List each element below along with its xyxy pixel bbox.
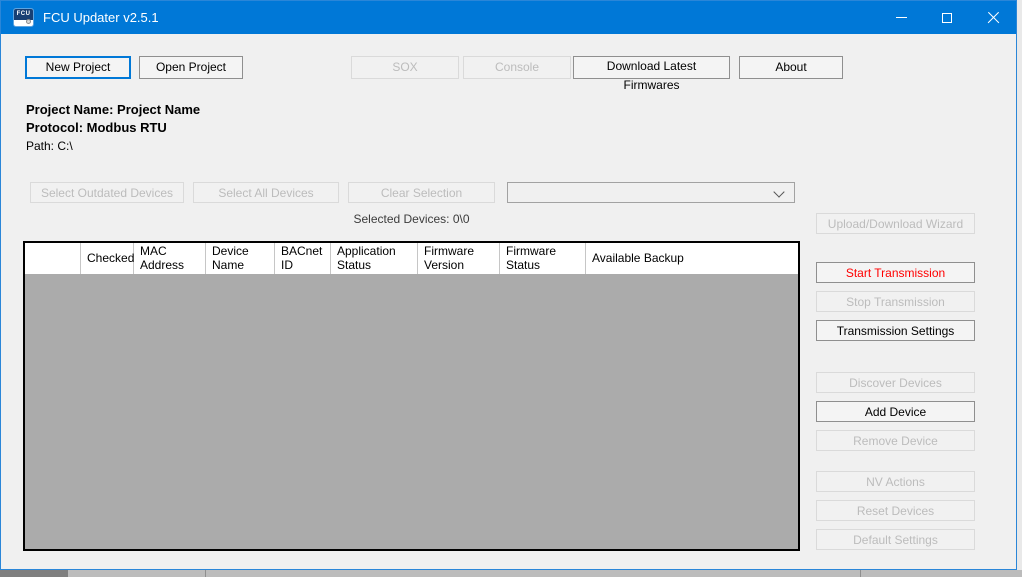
column-header-available-backup: Available Backup <box>586 243 798 274</box>
column-header-firmware-version: Firmware Version <box>418 243 500 274</box>
reset-devices-button: Reset Devices <box>816 500 975 521</box>
titlebar[interactable]: FCU FCU Updater v2.5.1 <box>1 1 1016 34</box>
column-header-firmware-status: Firmware Status <box>500 243 586 274</box>
console-button: Console <box>463 56 571 79</box>
selected-devices-count: Selected Devices: 0\0 <box>23 212 800 226</box>
sox-button: SOX <box>351 56 459 79</box>
chevron-down-icon <box>773 186 784 197</box>
gear-icon <box>26 19 31 24</box>
transmission-settings-button[interactable]: Transmission Settings <box>816 320 975 341</box>
column-header-mac-address: MAC Address <box>134 243 206 274</box>
column-header-row-selector <box>25 243 81 274</box>
clear-selection-button: Clear Selection <box>348 182 495 203</box>
column-header-device-name: Device Name <box>206 243 275 274</box>
stop-transmission-button: Stop Transmission <box>816 291 975 312</box>
column-header-bacnet-id: BACnet ID <box>275 243 331 274</box>
device-type-dropdown[interactable] <box>507 182 795 203</box>
column-header-application-status: Application Status <box>331 243 418 274</box>
column-header-checked: Checked <box>81 243 134 274</box>
close-button[interactable] <box>970 1 1016 34</box>
maximize-icon <box>942 13 952 23</box>
remove-device-button: Remove Device <box>816 430 975 451</box>
app-window: FCU FCU Updater v2.5.1 New Project Open … <box>0 0 1017 570</box>
app-icon: FCU <box>13 8 34 27</box>
path-label: Path: C:\ <box>26 139 73 153</box>
background-divider <box>205 570 206 577</box>
discover-devices-button: Discover Devices <box>816 372 975 393</box>
desktop-background: FCU FCU Updater v2.5.1 New Project Open … <box>0 0 1022 577</box>
device-table[interactable]: Checked MAC Address Device Name BACnet I… <box>23 241 800 551</box>
nv-actions-button: NV Actions <box>816 471 975 492</box>
new-project-button[interactable]: New Project <box>25 56 131 79</box>
background-divider <box>860 570 861 577</box>
about-button[interactable]: About <box>739 56 843 79</box>
open-project-button[interactable]: Open Project <box>139 56 243 79</box>
protocol-label: Protocol: Modbus RTU <box>26 120 167 135</box>
window-controls <box>878 1 1016 34</box>
upload-download-wizard-button: Upload/Download Wizard <box>816 213 975 234</box>
default-settings-button: Default Settings <box>816 529 975 550</box>
background-segment <box>0 570 68 577</box>
maximize-button[interactable] <box>924 1 970 34</box>
app-icon-label: FCU <box>14 9 33 20</box>
select-all-devices-button: Select All Devices <box>193 182 339 203</box>
device-table-header: Checked MAC Address Device Name BACnet I… <box>25 243 798 274</box>
select-outdated-devices-button: Select Outdated Devices <box>30 182 184 203</box>
start-transmission-button[interactable]: Start Transmission <box>816 262 975 283</box>
minimize-button[interactable] <box>878 1 924 34</box>
project-name-label: Project Name: Project Name <box>26 102 200 117</box>
window-title: FCU Updater v2.5.1 <box>43 10 159 25</box>
add-device-button[interactable]: Add Device <box>816 401 975 422</box>
close-icon <box>987 11 1000 24</box>
background-strip <box>0 570 1022 577</box>
download-latest-firmwares-button[interactable]: Download Latest Firmwares <box>573 56 730 79</box>
minimize-icon <box>896 17 907 18</box>
background-strip-right <box>1017 0 1022 570</box>
device-table-body[interactable] <box>25 274 798 549</box>
